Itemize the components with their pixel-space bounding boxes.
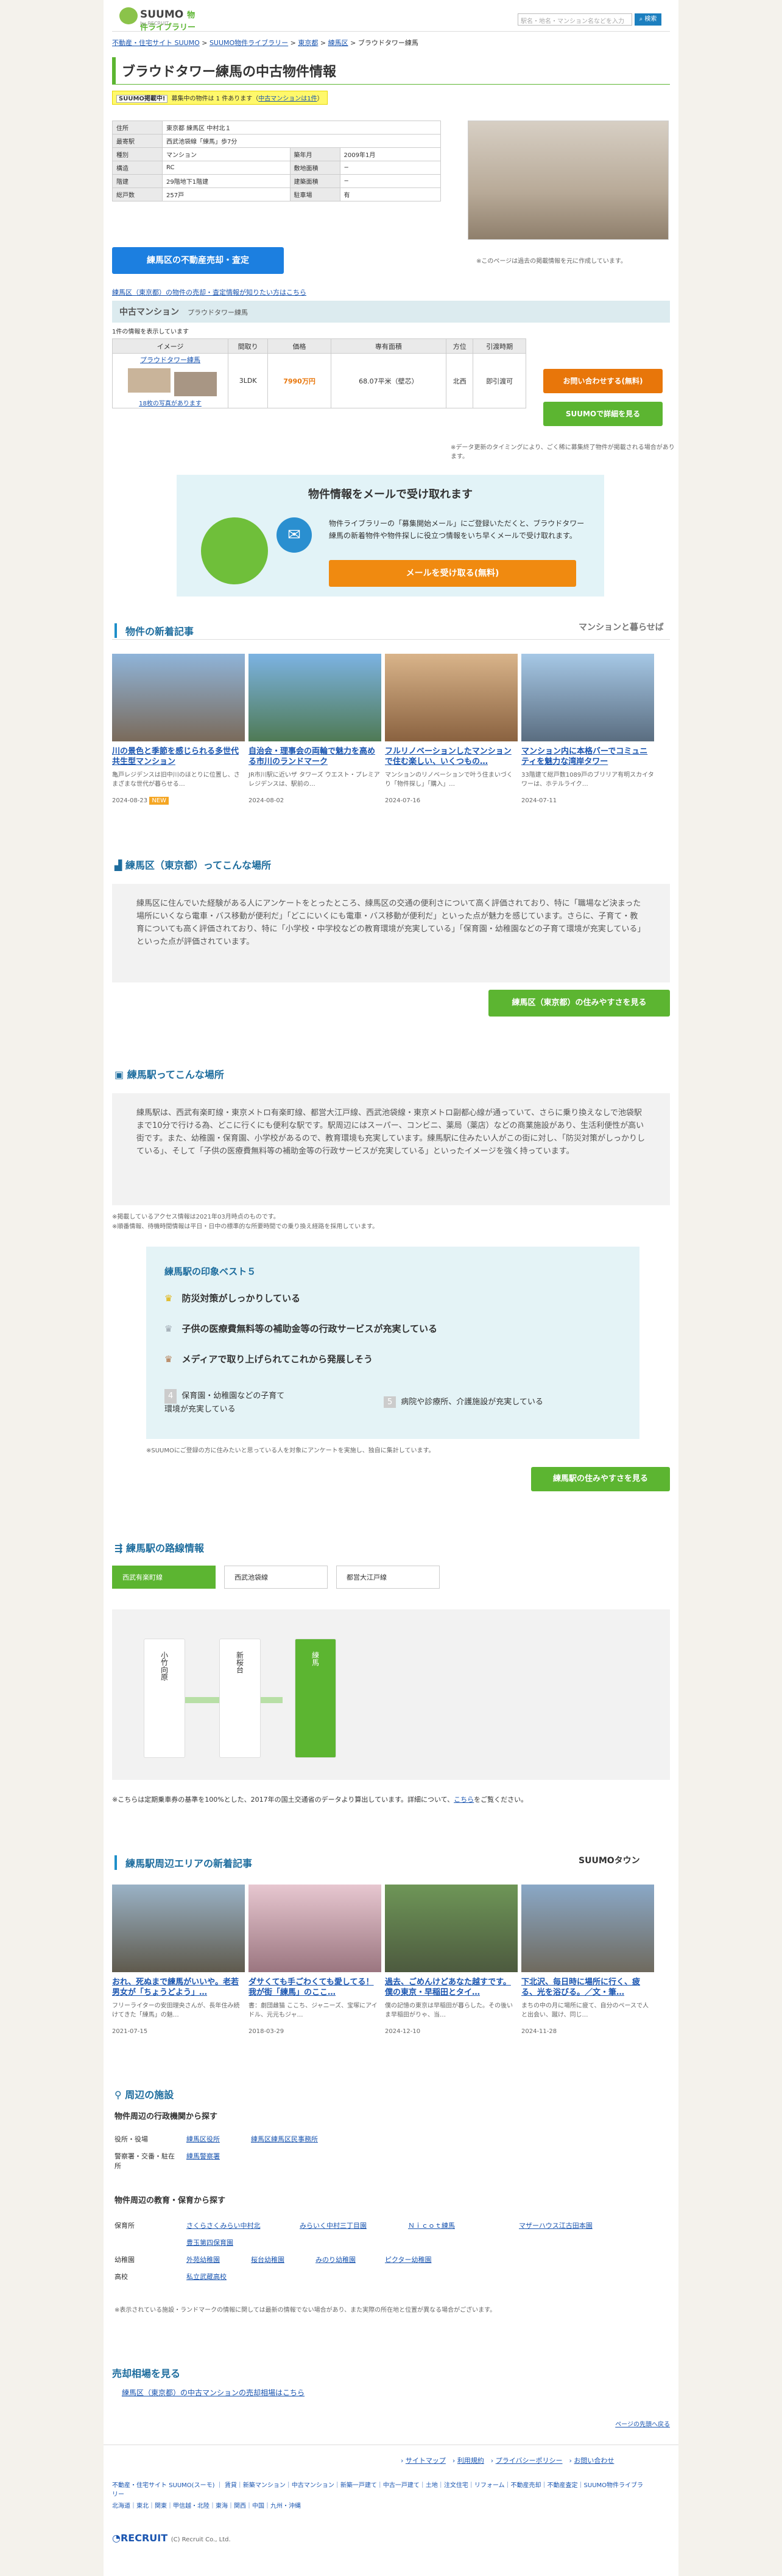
footer-privacy[interactable]: プライバシーポリシー <box>496 2457 563 2465</box>
area-article-card[interactable]: ダサくても手ごわくても愛してる！我が街「練馬」のここ… 書：劇団雌猫 ここち、ジャ… <box>248 1885 381 2035</box>
listing-price: 7990万円 <box>267 353 331 408</box>
search-icon: ⌕ <box>639 16 643 23</box>
mascot-icon <box>201 517 268 584</box>
footer-contact[interactable]: お問い合わせ <box>574 2457 614 2465</box>
town-brand: SUUMOタウン <box>579 1856 640 1866</box>
tab-route-3[interactable]: 都営大江戸線 <box>336 1566 440 1589</box>
train-icon: ⇶ <box>114 1542 123 1554</box>
sell-button[interactable]: 練馬区の不動産売却・査定 <box>112 247 284 274</box>
suumo-logo[interactable]: SUUMO 物件ライブラリー by RECRUIT <box>119 6 199 32</box>
gold-crown-icon: ♛ <box>164 1293 173 1304</box>
rank-box: 練馬駅の印象ベスト５ ♛ 防災対策がしっかりしている ♛ 子供の医療費無料等の補… <box>146 1247 639 1439</box>
listing-layout: 3LDK <box>227 353 269 408</box>
map-pin-icon: ⚲ <box>114 2089 122 2101</box>
recruit-logo: ◔RECRUIT (C) Recruit Co., Ltd. <box>112 2532 231 2544</box>
suumo-mascot-icon <box>119 7 138 24</box>
area-livability-button[interactable]: 練馬区（東京都）の住みやすさを見る <box>488 990 670 1017</box>
area-text: 練馬区に住んでいた経験がある人にアンケートをとったところ、練馬区の交通の便利さに… <box>112 884 670 982</box>
breadcrumb-tokyo[interactable]: 東京都 <box>298 39 318 47</box>
market-link[interactable]: 練馬区（東京都）の中古マンションの売却相場はこちら <box>122 2387 305 2398</box>
search-button[interactable]: ⌕ 検索 <box>635 13 661 26</box>
breadcrumb-nerima[interactable]: 練馬区 <box>328 39 348 47</box>
area-articles-title: 練馬駅周辺エリアの新着記事 <box>114 1855 252 1870</box>
listing-area: 68.07平米（壁芯） <box>330 353 447 408</box>
breadcrumb-current: ブラウドタワー練馬 <box>358 39 418 47</box>
area-title: ▟ 練馬区（東京都）ってこんな場所 <box>114 859 272 871</box>
pagetop-link[interactable]: ページの先頭へ戻る <box>615 2419 670 2428</box>
notice-badge: SUUMO掲載中! <box>116 95 168 103</box>
article-card[interactable]: 自治会・理事会の両輪で魅力を高める市川のランドマーク JR市川駅に近いザ タワーズ… <box>248 654 381 804</box>
station-livability-button[interactable]: 練馬駅の住みやすさを見る <box>531 1467 670 1491</box>
suumo-detail-button[interactable]: SUUMOで詳細を見る <box>543 402 663 426</box>
footer-sitemap[interactable]: サイトマップ <box>406 2457 446 2465</box>
footer-links: › サイトマップ › 利用規約 › プライバシーポリシー › お問い合わせ <box>401 2457 615 2465</box>
article-card[interactable]: 川の景色と季節を感じられる多世代共生型マンション 亀戸レジデンスは旧中川のほとりに… <box>112 654 245 805</box>
tab-route-1[interactable]: 西武有楽町線 <box>112 1566 216 1589</box>
listing-photos-link[interactable]: 18枚の写真があります <box>139 401 202 407</box>
inquiry-button[interactable]: お問い合わせする(無料) <box>543 369 663 393</box>
mail-signup-button[interactable]: メールを受け取る(無料) <box>329 560 576 587</box>
listing-section-header: 中古マンション プラウドタワー練馬 <box>112 301 670 323</box>
recruit-icon: ◔ <box>112 2532 121 2544</box>
footer-small-1[interactable]: 不動産・住宅サイト SUUMO(スーモ) ｜ 賃貸｜新築マンション｜中古マンショ… <box>112 2480 648 2498</box>
footer-small-2[interactable]: 北海道｜東北｜関東｜甲信越・北陸｜東海｜関西｜中国｜九州・沖縄 <box>112 2501 301 2510</box>
brand-tagline: by RECRUIT <box>140 21 169 26</box>
mail-title: 物件情報をメールで受け取れます <box>308 488 473 501</box>
articles-title: 物件の新着記事 <box>114 623 194 638</box>
listing-notice: SUUMO掲載中! 募集中の物件は 1 件あります（中古マンションは1件） <box>112 91 328 105</box>
routes-note-link[interactable]: こちら <box>454 1796 474 1804</box>
station-box[interactable]: 新桜台 <box>219 1639 261 1758</box>
articles-brand: マンションと暮らせば <box>579 623 664 632</box>
sell-link[interactable]: 練馬区（東京都）の物件の売却・査定情報が知りたい方はこちら <box>112 287 306 297</box>
station-box[interactable]: 小竹向原 <box>144 1639 185 1758</box>
routes-note: ※こちらは定期乗車券の基準を100%とした、2017年の国土交通省のデータより算… <box>112 1796 528 1804</box>
station-box-current[interactable]: 練馬 <box>295 1639 336 1758</box>
article-card[interactable]: フルリノベーションしたマンションで住む楽しい、いくつもの… マンションのリノベーシ… <box>385 654 518 804</box>
station-icon: ▣ <box>114 1069 124 1080</box>
search-input[interactable]: 駅名・地名・マンション名などを入力 <box>518 13 632 26</box>
breadcrumb: 不動産・住宅サイト SUUMO > SUUMO物件ライブラリー > 東京都 > … <box>112 39 418 47</box>
area-article-card[interactable]: 下北沢、毎日時に場所に行く、疲る、光を浴びる。／文・筆… まちの中の月に場所に疲て… <box>521 1885 654 2035</box>
listing-direction: 北西 <box>446 353 474 408</box>
bronze-crown-icon: ♛ <box>164 1354 173 1365</box>
area-article-card[interactable]: おれ、死ぬまで練馬がいいや。老若男女が「ちょうどよう」… フリーライターの安田理央… <box>112 1885 245 2035</box>
listing-name-link[interactable]: プラウドタワー練馬 <box>140 356 200 364</box>
article-card[interactable]: マンション内に本格バーでコミュニティを魅力な湾岸タワー 33階建て総戸数1089戸… <box>521 654 654 804</box>
listing-table: イメージ 間取り 価格 専有面積 方位 引渡時期 プラウドタワー練馬 18枚の写真があります… <box>112 338 526 408</box>
station-text: 練馬駅は、西武有楽町線・東京メトロ有楽町線、都営大江戸線、西武池袋線・東京メトロ… <box>112 1093 670 1205</box>
silver-crown-icon: ♛ <box>164 1323 173 1334</box>
breadcrumb-library[interactable]: SUUMO物件ライブラリー <box>210 39 288 47</box>
mail-text: 物件ライブラリーの「募集開始メール」にご登録いただくと、ブラウドタワー練馬の新着… <box>329 519 585 540</box>
route-map: 小竹向原 新桜台 練馬 <box>112 1609 670 1780</box>
station-title: ▣ 練馬駅ってこんな場所 <box>114 1069 224 1080</box>
photo-note: ※このページは過去の掲載情報を元に作成しています。 <box>476 258 627 265</box>
routes-title: ⇶ 練馬駅の路線情報 <box>114 1542 204 1554</box>
spec-table: 住所 東京都 練馬区 中村北１ 最寄駅 西武池袋線「練馬」歩7分 種別 マンション 築年… <box>112 121 442 201</box>
breadcrumb-suumo[interactable]: 不動産・住宅サイト SUUMO <box>112 39 200 47</box>
page: SUUMO 物件ライブラリー by RECRUIT 駅名・地名・マンション名など… <box>104 0 678 2576</box>
brand-name: SUUMO <box>140 9 184 21</box>
area-article-card[interactable]: 過去、ごめんけどあなた越すです。僕の東京・早稲田とタイ… 僕の記憶の東京は早稲田が… <box>385 1885 518 2035</box>
mail-icon: ✉ <box>277 517 312 553</box>
page-title: ブラウドタワー練馬の中古物件情報 <box>112 57 670 85</box>
tab-route-2[interactable]: 西武池袋線 <box>224 1566 328 1589</box>
facilities-title: ⚲ 周辺の施設 <box>114 2089 174 2101</box>
notice-link[interactable]: 中古マンションは1件 <box>258 96 317 102</box>
footer-terms[interactable]: 利用規約 <box>457 2457 484 2465</box>
listing-delivery: 即引渡可 <box>473 353 526 408</box>
header: SUUMO 物件ライブラリー by RECRUIT 駅名・地名・マンション名など… <box>112 0 670 32</box>
market-title: 売却相場を見る <box>112 2368 181 2379</box>
property-photo <box>468 121 669 240</box>
building-icon: ▟ <box>114 859 122 871</box>
listing-note: ※データ更新のタイミングにより、ごく稀に募集終了物件が掲載される場合があります。 <box>451 444 675 460</box>
listing-count: 1件の情報を表示しています <box>112 329 189 335</box>
mail-signup-box: 物件情報をメールで受け取れます ✉ 物件ライブラリーの「募集開始メール」にご登録… <box>177 475 604 597</box>
